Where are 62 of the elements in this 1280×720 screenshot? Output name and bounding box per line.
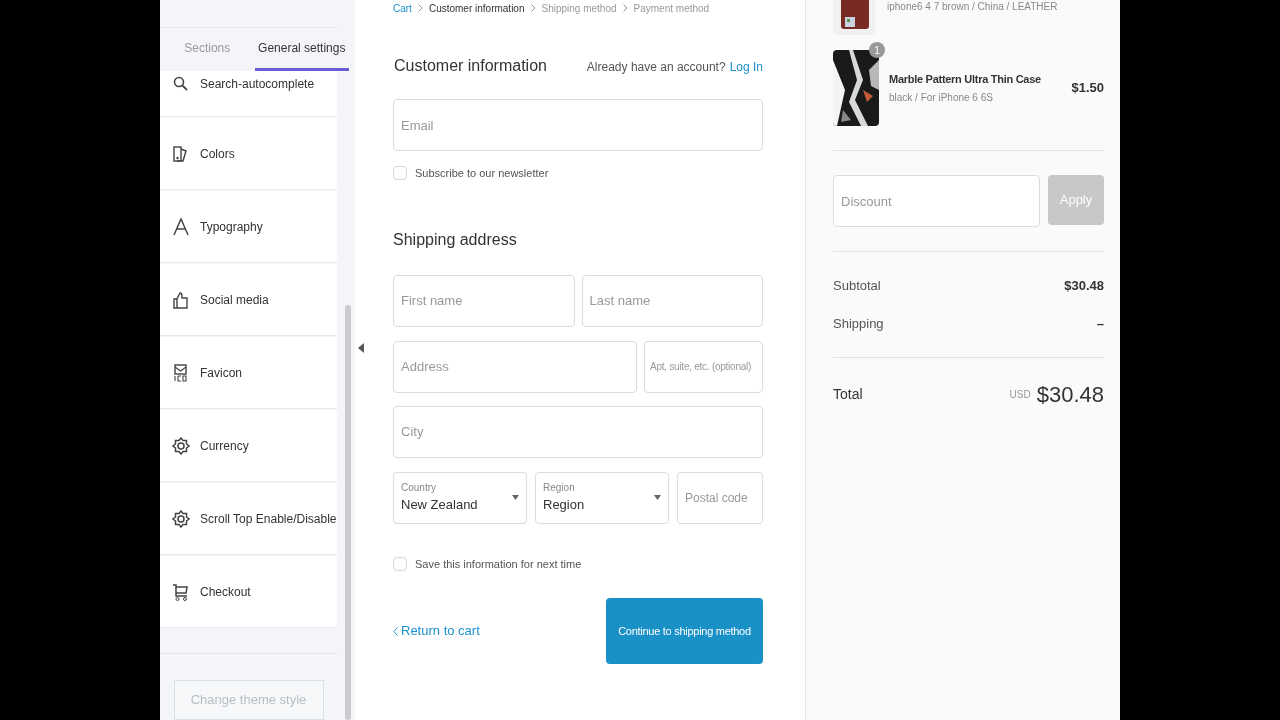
apartment-field[interactable]: Apt, suite, etc. (optional) [644,340,763,393]
collapse-arrow-icon[interactable] [358,343,365,353]
total-amount: $30.48 [1036,381,1104,409]
shipping-label: Shipping [833,314,884,333]
product-price: $1.50 [1071,79,1104,98]
search-icon [172,75,190,93]
settings-item[interactable]: Typography [160,191,337,263]
field-label: Country [401,481,437,496]
postal-code-field[interactable]: Postal code [677,471,763,524]
letter-a-icon [172,217,190,236]
last-name-field[interactable]: Last name [581,274,763,327]
checkbox[interactable] [393,166,407,181]
checkbox-label: Subscribe to our newsletter [415,166,549,181]
settings-item[interactable]: Social media [160,264,337,336]
paint-swatch-icon [172,144,190,163]
favicon-icon [172,363,190,382]
checkbox-label: Save this information for next time [415,556,582,572]
account-prompt: Already have an account? [586,59,726,76]
chevron-right-icon [417,4,423,12]
shipping-amount: – [1096,314,1104,333]
scrollbar-thumb[interactable] [345,305,351,720]
breadcrumb-link[interactable]: Cart [393,0,412,16]
settings-item[interactable]: Currency [160,410,337,482]
checkbox[interactable] [393,556,407,571]
dropdown-arrow-icon [512,495,519,500]
settings-item[interactable]: Favicon [160,337,337,409]
first-name-field[interactable]: First name [393,274,575,327]
field-label: Region [543,481,576,496]
settings-item[interactable]: Checkout [160,556,337,628]
select-value: New Zealand [401,496,478,515]
return-to-cart-link[interactable]: Return to cart [393,621,480,641]
continue-to-shipping-button[interactable]: Continue to shipping method [606,598,763,664]
product-variant: black / For iPhone 6 6S [889,91,994,106]
subtotal-label: Subtotal [833,277,881,295]
dropdown-arrow-icon [654,495,661,500]
chevron-right-icon [530,4,536,12]
currency-code: USD [1009,388,1031,402]
section-title: Shipping address [393,229,518,250]
settings-icon [172,509,190,528]
product-variant: iphone6 4 7 brown / China / LEATHER [887,0,1058,14]
discount-field[interactable]: Discount [833,175,1040,227]
log-in-link[interactable]: Log In [729,58,763,76]
quantity-badge: 1 [869,42,885,58]
city-field[interactable]: City [393,405,763,458]
address-field[interactable]: Address [393,340,637,393]
region-select[interactable]: Region Region [535,471,669,524]
settings-item[interactable]: Colors [160,118,337,190]
product-name: Marble Pattern Ultra Thin Case [889,71,1042,87]
cart-icon [172,582,190,601]
email-field[interactable]: Email [393,99,763,151]
settings-item[interactable]: Search-autocomplete [160,71,337,117]
select-value: Region [543,496,585,515]
settings-icon [172,436,190,455]
chevron-left-icon [393,626,398,636]
chevron-right-icon [622,4,628,12]
section-title: Customer information [394,56,547,76]
country-select[interactable]: Country New Zealand [393,471,527,524]
breadcrumb-link[interactable]: Customer information [428,0,525,16]
settings-item[interactable]: Scroll Top Enable/Disable [160,483,337,555]
subtotal-amount: $30.48 [1064,277,1104,295]
thumbs-up-icon [172,290,190,309]
total-label: Total [833,385,863,404]
